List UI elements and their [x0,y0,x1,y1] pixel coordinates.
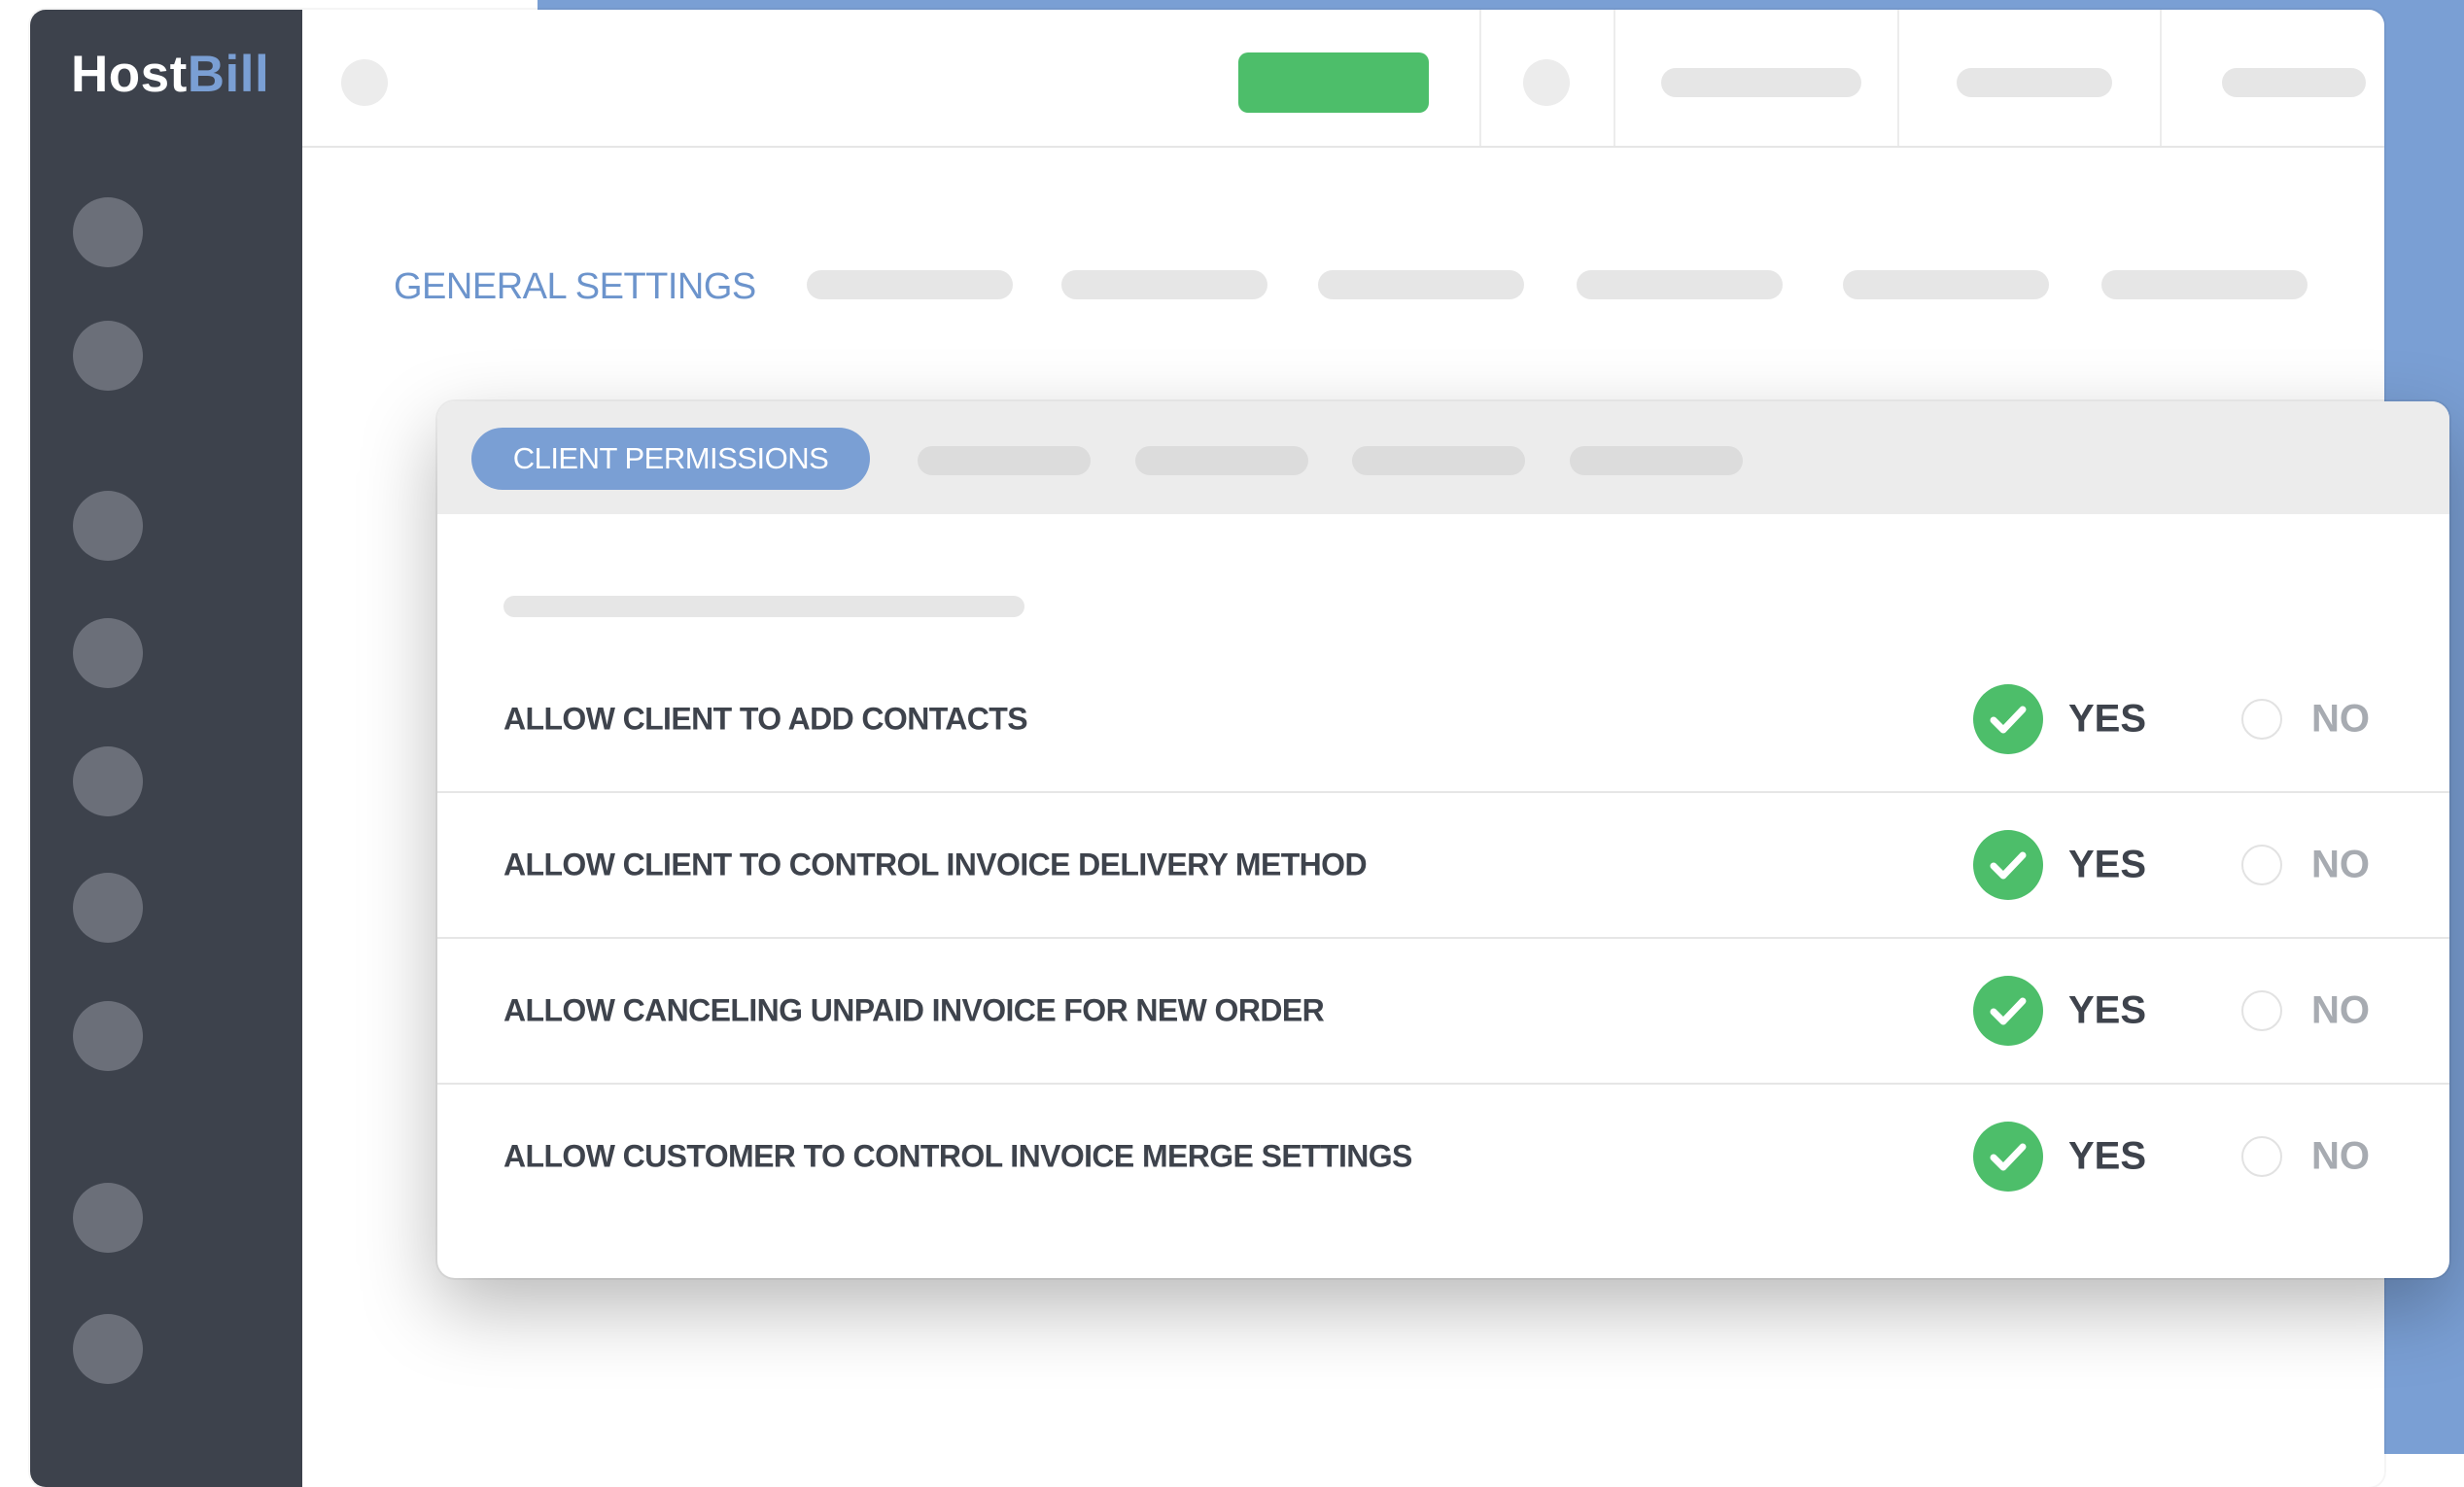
yes-radio-selected[interactable] [1973,830,2043,900]
yes-radio-selected[interactable] [1973,1122,2043,1192]
yes-label[interactable]: YES [2068,698,2146,742]
check-icon [1990,851,2027,880]
sidebar-nav-icon[interactable] [73,746,143,816]
tab-placeholder[interactable] [1570,446,1743,475]
no-label[interactable]: NO [2311,844,2370,887]
sidebar-nav-icon[interactable] [73,1183,143,1253]
notification-icon[interactable] [1523,59,1570,106]
topbar-divider [1897,10,1899,146]
settings-nav-item[interactable] [1061,270,1267,299]
topbar-menu-item[interactable] [1957,68,2112,97]
check-icon [1990,997,2027,1025]
tab-placeholder[interactable] [918,446,1091,475]
no-radio[interactable] [2241,1136,2282,1177]
sidebar: HostBill [30,10,302,1487]
topbar-menu-item[interactable] [2222,68,2366,97]
sidebar-nav-icon[interactable] [73,1001,143,1071]
sidebar-nav-icon[interactable] [73,618,143,688]
yes-label[interactable]: YES [2068,989,2146,1033]
permission-label: ALLOW CANCELING UNPAID INVOICE FOR NEW O… [503,992,1325,1028]
yes-radio-selected[interactable] [1973,976,2043,1046]
no-radio[interactable] [2241,699,2282,740]
check-icon [1990,706,2027,734]
hostbill-logo[interactable]: HostBill [71,49,269,100]
permission-row: ALLOW CLIENT TO ADD CONTACTS YES NO [437,647,2449,793]
no-label[interactable]: NO [2311,698,2370,742]
sidebar-nav-icon[interactable] [73,1314,143,1384]
tab-client-permissions[interactable]: CLIENT PERMISSIONS [471,428,870,490]
sidebar-nav-icon[interactable] [73,321,143,391]
permissions-card: CLIENT PERMISSIONS ALLOW CLIENT TO ADD C… [437,401,2449,1278]
top-bar [302,10,2384,148]
primary-action-button[interactable] [1238,52,1429,113]
permission-row: ALLOW CUSTOMER TO CONTROL INVOICE MERGE … [437,1085,2449,1228]
settings-nav-item[interactable] [1318,270,1524,299]
permission-label: ALLOW CLIENT TO ADD CONTACTS [503,701,1028,737]
card-tabs: CLIENT PERMISSIONS [437,401,2449,514]
background-edge [0,0,538,10]
topbar-divider [1479,10,1481,146]
no-label[interactable]: NO [2311,1135,2370,1179]
no-label[interactable]: NO [2311,989,2370,1033]
sidebar-nav-icon[interactable] [73,197,143,267]
settings-nav-item[interactable] [807,270,1013,299]
tab-placeholder[interactable] [1352,446,1525,475]
page-title[interactable]: GENERAL SETTINGS [394,266,756,308]
section-heading-placeholder [503,596,1024,617]
yes-radio-selected[interactable] [1973,684,2043,754]
permission-label: ALLOW CLIENT TO CONTROL INVOICE DELIVERY… [503,847,1368,882]
no-radio[interactable] [2241,990,2282,1031]
no-radio[interactable] [2241,845,2282,885]
sidebar-nav-icon[interactable] [73,491,143,561]
topbar-divider [1614,10,1615,146]
topbar-menu-item[interactable] [1661,68,1861,97]
permission-label: ALLOW CUSTOMER TO CONTROL INVOICE MERGE … [503,1138,1412,1174]
sidebar-nav-icon[interactable] [73,873,143,943]
permission-row: ALLOW CLIENT TO CONTROL INVOICE DELIVERY… [437,793,2449,939]
settings-nav-item[interactable] [1843,270,2049,299]
topbar-divider [2160,10,2162,146]
permission-row: ALLOW CANCELING UNPAID INVOICE FOR NEW O… [437,939,2449,1085]
settings-nav-item[interactable] [2101,270,2308,299]
tab-placeholder[interactable] [1135,446,1308,475]
yes-label[interactable]: YES [2068,844,2146,887]
menu-toggle-icon[interactable] [341,59,388,106]
check-icon [1990,1143,2027,1171]
yes-label[interactable]: YES [2068,1135,2146,1179]
settings-nav-item[interactable] [1577,270,1783,299]
